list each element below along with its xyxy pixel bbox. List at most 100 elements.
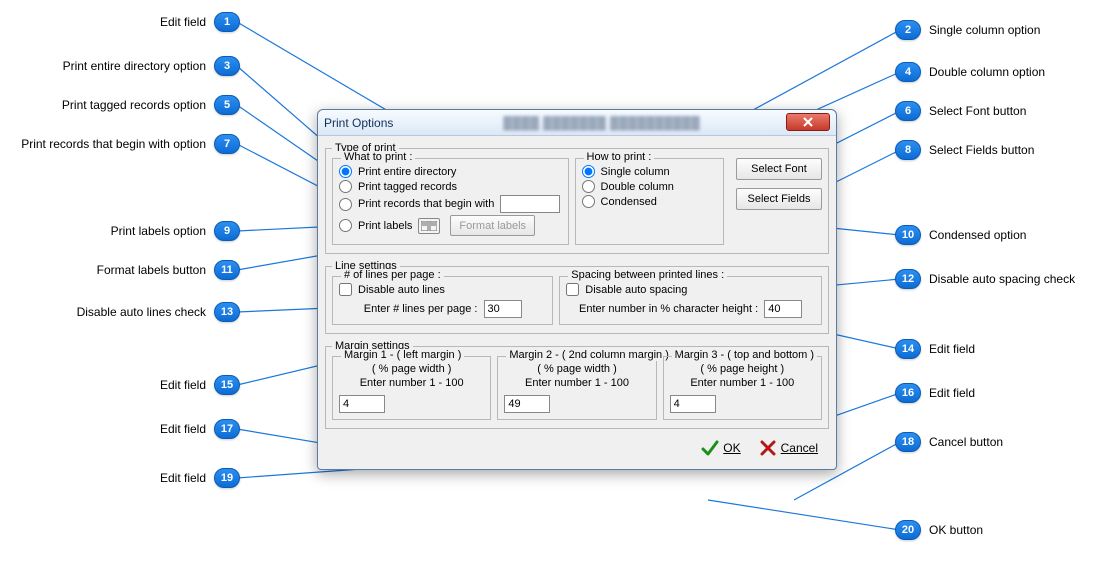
callout-16-label: Edit field [929, 386, 975, 400]
callout-4-label: Double column option [929, 65, 1045, 79]
margin-2-sub: ( % page width ) [504, 363, 649, 375]
ok-label: OK [723, 441, 740, 455]
disable-auto-spacing-check[interactable]: Disable auto spacing [566, 283, 815, 296]
callout-5-badge: 5 [214, 95, 240, 115]
callout-15-badge: 15 [214, 375, 240, 395]
cancel-button[interactable]: Cancel [759, 439, 818, 457]
margin-2-input[interactable] [504, 395, 550, 413]
callout-5-label: Print tagged records option [62, 98, 206, 112]
callout-9-badge: 9 [214, 221, 240, 241]
radio-print-tagged-records-label: Print tagged records [358, 181, 457, 193]
radio-condensed-label: Condensed [601, 196, 657, 208]
callout-13-label: Disable auto lines check [77, 305, 206, 319]
callout-8-label: Select Fields button [929, 143, 1034, 157]
callout-20-label: OK button [929, 523, 983, 537]
callout-3-badge: 3 [214, 56, 240, 76]
margin-settings-group: Margin settings Margin 1 - ( left margin… [325, 340, 829, 429]
margin-3-range: Enter number 1 - 100 [670, 377, 815, 389]
radio-single-column-label: Single column [601, 166, 670, 178]
callout-17-label: Edit field [160, 422, 206, 436]
lines-per-page-input[interactable] [484, 300, 522, 318]
disable-auto-lines-label: Disable auto lines [358, 284, 445, 296]
callout-18-label: Cancel button [929, 435, 1003, 449]
disable-auto-lines-checkbox[interactable] [339, 283, 352, 296]
how-to-print-group: How to print : Single column Double colu… [575, 158, 724, 245]
callout-1-badge: 1 [214, 12, 240, 32]
labels-icon [418, 218, 440, 234]
spacing-input[interactable] [764, 300, 802, 318]
disable-auto-lines-check[interactable]: Disable auto lines [339, 283, 546, 296]
radio-single-column-input[interactable] [582, 165, 595, 178]
callout-9-label: Print labels option [111, 224, 206, 238]
margin-2-group: Margin 2 - ( 2nd column margin ) ( % pag… [497, 356, 656, 420]
callout-10-badge: 10 [895, 225, 921, 245]
cancel-label: Cancel [781, 441, 818, 455]
radio-double-column-label: Double column [601, 181, 674, 193]
dialog-button-bar: OK Cancel [318, 429, 836, 469]
callout-1-label: Edit field [160, 15, 206, 29]
radio-double-column[interactable]: Double column [582, 180, 717, 193]
callout-2-label: Single column option [929, 23, 1040, 37]
begin-with-input[interactable] [500, 195, 560, 213]
callout-7-badge: 7 [214, 134, 240, 154]
select-fields-button[interactable]: Select Fields [736, 188, 822, 210]
spacing-legend: Spacing between printed lines : [568, 269, 727, 281]
lines-per-page-legend: # of lines per page : [341, 269, 444, 281]
callout-4-badge: 4 [895, 62, 921, 82]
how-to-print-legend: How to print : [584, 151, 655, 163]
margin-3-group: Margin 3 - ( top and bottom ) ( % page h… [663, 356, 822, 420]
radio-print-records-begin-with[interactable]: Print records that begin with [339, 195, 562, 213]
radio-print-records-begin-with-input[interactable] [339, 198, 352, 211]
margin-1-sub: ( % page width ) [339, 363, 484, 375]
margin-1-input[interactable] [339, 395, 385, 413]
disable-auto-spacing-checkbox[interactable] [566, 283, 579, 296]
what-to-print-group: What to print : Print entire directory P… [332, 158, 569, 245]
callout-7-label: Print records that begin with option [21, 137, 206, 151]
callout-14-label: Edit field [929, 342, 975, 356]
type-of-print-group: Type of print What to print : Print enti… [325, 142, 829, 254]
callout-3-label: Print entire directory option [63, 59, 206, 73]
print-options-dialog: Print Options ████ ███████ ██████████ Ty… [317, 109, 837, 470]
radio-print-tagged-records[interactable]: Print tagged records [339, 180, 562, 193]
titlebar[interactable]: Print Options ████ ███████ ██████████ [318, 110, 836, 136]
close-icon [803, 117, 813, 127]
radio-print-entire-directory-input[interactable] [339, 165, 352, 178]
radio-print-labels-label: Print labels [358, 220, 412, 232]
cross-icon [759, 439, 777, 457]
callout-10-label: Condensed option [929, 228, 1026, 242]
margin-2-range: Enter number 1 - 100 [504, 377, 649, 389]
callout-12-label: Disable auto spacing check [929, 272, 1075, 286]
callout-8-badge: 8 [895, 140, 921, 160]
radio-single-column[interactable]: Single column [582, 165, 717, 178]
lines-per-page-enter-label: Enter # lines per page : [364, 303, 478, 315]
ok-button[interactable]: OK [701, 439, 740, 457]
margin-2-title: Margin 2 - ( 2nd column margin ) [506, 349, 672, 361]
format-labels-button[interactable]: Format labels [450, 215, 535, 236]
margin-3-title: Margin 3 - ( top and bottom ) [672, 349, 817, 361]
callout-11-label: Format labels button [97, 263, 206, 277]
callout-19-badge: 19 [214, 468, 240, 488]
callout-2-badge: 2 [895, 20, 921, 40]
radio-print-tagged-records-input[interactable] [339, 180, 352, 193]
margin-1-range: Enter number 1 - 100 [339, 377, 484, 389]
line-settings-group: Line settings # of lines per page : Disa… [325, 260, 829, 334]
radio-print-labels[interactable]: Print labels Format labels [339, 215, 562, 236]
callout-15-label: Edit field [160, 378, 206, 392]
spacing-enter-label: Enter number in % character height : [579, 303, 758, 315]
spacing-group: Spacing between printed lines : Disable … [559, 276, 822, 325]
callout-20-badge: 20 [895, 520, 921, 540]
checkmark-icon [701, 439, 719, 457]
radio-double-column-input[interactable] [582, 180, 595, 193]
radio-condensed[interactable]: Condensed [582, 195, 717, 208]
margin-1-group: Margin 1 - ( left margin ) ( % page widt… [332, 356, 491, 420]
radio-print-entire-directory[interactable]: Print entire directory [339, 165, 562, 178]
radio-condensed-input[interactable] [582, 195, 595, 208]
close-button[interactable] [786, 113, 830, 131]
radio-print-labels-input[interactable] [339, 219, 352, 232]
callout-19-label: Edit field [160, 471, 206, 485]
disable-auto-spacing-label: Disable auto spacing [585, 284, 687, 296]
margin-3-input[interactable] [670, 395, 716, 413]
select-font-button[interactable]: Select Font [736, 158, 822, 180]
callout-18-badge: 18 [895, 432, 921, 452]
dialog-subtitle-blurred: ████ ███████ ██████████ [503, 116, 700, 130]
